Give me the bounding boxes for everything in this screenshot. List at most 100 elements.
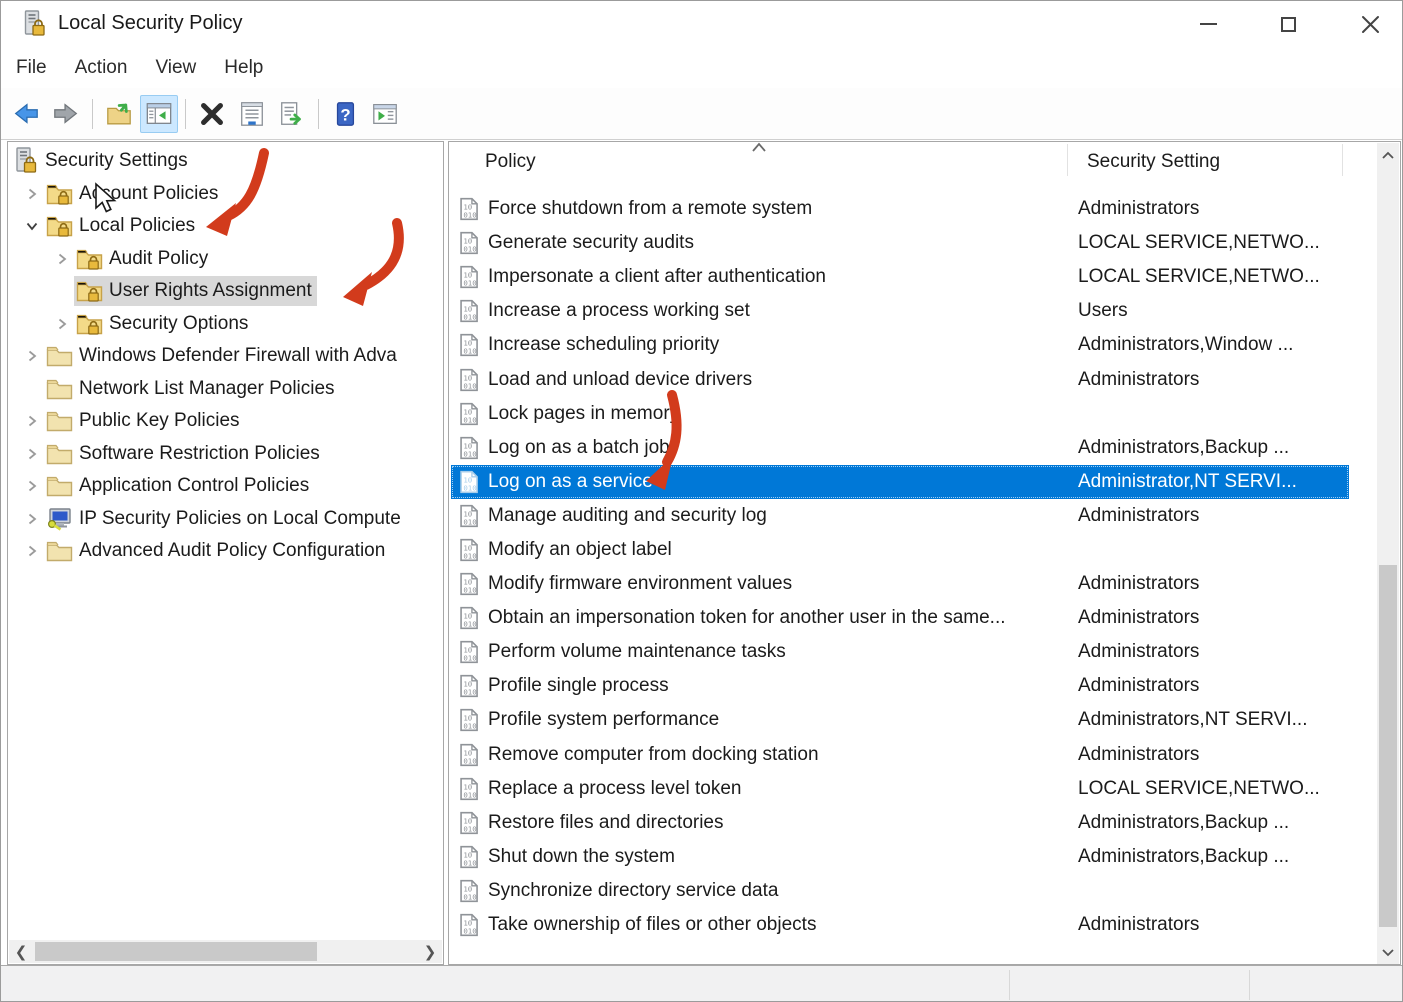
list-vertical-scrollbar[interactable] [1377,143,1399,964]
help-button[interactable]: ? [326,95,364,133]
expand-icon[interactable] [50,252,74,266]
tree-item-body[interactable]: Local Policies [44,211,200,241]
export-list-button[interactable] [273,95,311,133]
new-window-button[interactable] [366,95,404,133]
close-button[interactable] [1341,1,1399,47]
tree-item-label: IP Security Policies on Local Compute [79,507,401,529]
tree-item-security-options[interactable]: Security Options [8,308,443,341]
policy-row[interactable]: Remove computer from docking station Adm… [451,738,1349,772]
policy-row[interactable]: Increase a process working set Users [451,294,1349,328]
policy-row[interactable]: Log on as a batch job Administrators,Bac… [451,431,1349,465]
policy-row[interactable]: Generate security audits LOCAL SERVICE,N… [451,226,1349,260]
tree-item-software-restriction-policies[interactable]: Software Restriction Policies [8,438,443,471]
policy-row[interactable]: Profile system performance Administrator… [451,703,1349,737]
policy-row[interactable]: Lock pages in memory [451,397,1349,431]
policy-row[interactable]: Restore files and directories Administra… [451,806,1349,840]
scroll-left-icon[interactable]: ❮ [9,940,33,963]
tree-item-label: Security Settings [45,150,188,172]
menu-view[interactable]: View [141,47,210,88]
policy-row[interactable]: Synchronize directory service data [451,874,1349,908]
column-divider[interactable] [1342,144,1343,176]
tree-item-account-policies[interactable]: Account Policies [8,178,443,211]
expand-icon[interactable] [20,187,44,201]
tree-item-body[interactable]: Advanced Audit Policy Configuration [44,536,390,566]
expand-icon[interactable] [50,317,74,331]
tree-item-label: Local Policies [79,215,196,237]
tree-item-security-settings[interactable]: Security Settings [8,145,443,178]
minimize-button[interactable] [1179,1,1237,47]
expander-icon [20,382,44,396]
tree-item-label: Network List Manager Policies [79,377,335,399]
tree-item-body[interactable]: IP Security Policies on Local Compute [44,504,406,534]
status-bar [1,965,1402,1001]
policy-row[interactable]: Obtain an impersonation token for anothe… [451,601,1349,635]
tree-item-local-policies[interactable]: Local Policies [8,210,443,243]
policy-row[interactable]: Modify firmware environment values Admin… [451,567,1349,601]
tree-item-windows-defender-firewall-with-adva[interactable]: Windows Defender Firewall with Adva [8,340,443,373]
expand-icon[interactable] [20,544,44,558]
policy-row[interactable]: Replace a process level token LOCAL SERV… [451,772,1349,806]
menu-help[interactable]: Help [210,47,277,88]
tree-item-body[interactable]: Software Restriction Policies [44,439,325,469]
expand-icon[interactable] [20,479,44,493]
policy-row[interactable]: Perform volume maintenance tasks Adminis… [451,635,1349,669]
policy-row[interactable]: Modify an object label [451,533,1349,567]
tree-item-label: Advanced Audit Policy Configuration [79,540,386,562]
expand-icon[interactable] [20,512,44,526]
tree-item-public-key-policies[interactable]: Public Key Policies [8,405,443,438]
expand-icon[interactable] [20,349,44,363]
tree-item-body[interactable]: Windows Defender Firewall with Adva [44,341,402,371]
maximize-button[interactable] [1259,1,1317,47]
policy-row[interactable]: Profile single process Administrators [451,669,1349,703]
column-header-policy[interactable]: Policy [485,151,536,173]
back-button[interactable] [7,95,45,133]
scroll-up-icon[interactable] [1377,143,1399,167]
tree-item-body[interactable]: Network List Manager Policies [44,374,340,404]
tree-item-body[interactable]: Security Settings [12,144,193,178]
tree-item-body[interactable]: Account Policies [44,179,223,209]
forward-button[interactable] [47,95,85,133]
policy-row[interactable]: Shut down the system Administrators,Back… [451,840,1349,874]
tree-horizontal-scrollbar[interactable]: ❮ ❯ [9,940,442,963]
expand-icon[interactable] [20,447,44,461]
tree-item-body[interactable]: User Rights Assignment [74,276,317,307]
policy-row[interactable]: Take ownership of files or other objects… [451,908,1349,942]
policy-row[interactable]: Force shutdown from a remote system Admi… [451,192,1349,226]
tree-item-network-list-manager-policies[interactable]: Network List Manager Policies [8,373,443,406]
expand-icon[interactable] [20,414,44,428]
policy-row[interactable]: Load and unload device drivers Administr… [451,362,1349,396]
security-setting-cell: LOCAL SERVICE,NETWO... [1078,266,1320,288]
scrollbar-thumb[interactable] [1379,565,1397,927]
policy-row[interactable]: Manage auditing and security log Adminis… [451,499,1349,533]
tree-item-body[interactable]: Security Options [74,309,253,339]
column-header-security-setting[interactable]: Security Setting [1087,151,1220,173]
tree-item-ip-security-policies-on-local-compute[interactable]: IP Security Policies on Local Compute [8,503,443,536]
scroll-right-icon[interactable]: ❯ [418,940,442,963]
tree-item-advanced-audit-policy-configuration[interactable]: Advanced Audit Policy Configuration [8,535,443,568]
scrollbar-track[interactable] [33,940,418,963]
up-one-level-button[interactable] [100,95,138,133]
app-icon [22,10,48,38]
properties-button[interactable] [233,95,271,133]
security-setting-cell: Administrators [1078,607,1200,629]
policy-name-cell: Obtain an impersonation token for anothe… [488,607,1006,629]
policy-row[interactable]: Log on as a service Administrator,NT SER… [451,464,1349,499]
menu-action[interactable]: Action [61,47,142,88]
delete-button[interactable] [193,95,231,133]
policy-row[interactable]: Increase scheduling priority Administrat… [451,328,1349,362]
tree-item-body[interactable]: Audit Policy [74,244,213,274]
scrollbar-thumb[interactable] [35,942,317,961]
tree-item-user-rights-assignment[interactable]: User Rights Assignment [8,275,443,308]
show-console-tree-button[interactable] [140,94,178,133]
tree-item-application-control-policies[interactable]: Application Control Policies [8,470,443,503]
collapse-icon[interactable] [20,219,44,233]
policy-row[interactable]: Impersonate a client after authenticatio… [451,260,1349,294]
tree-item-body[interactable]: Public Key Policies [44,406,245,436]
column-divider[interactable] [1067,144,1068,176]
scroll-down-icon[interactable] [1377,940,1399,964]
menu-file[interactable]: File [1,47,61,88]
policy-doc-icon [457,538,480,562]
tree-item-body[interactable]: Application Control Policies [44,471,314,501]
tree-item-audit-policy[interactable]: Audit Policy [8,243,443,276]
folder-lock-icon [46,182,73,206]
